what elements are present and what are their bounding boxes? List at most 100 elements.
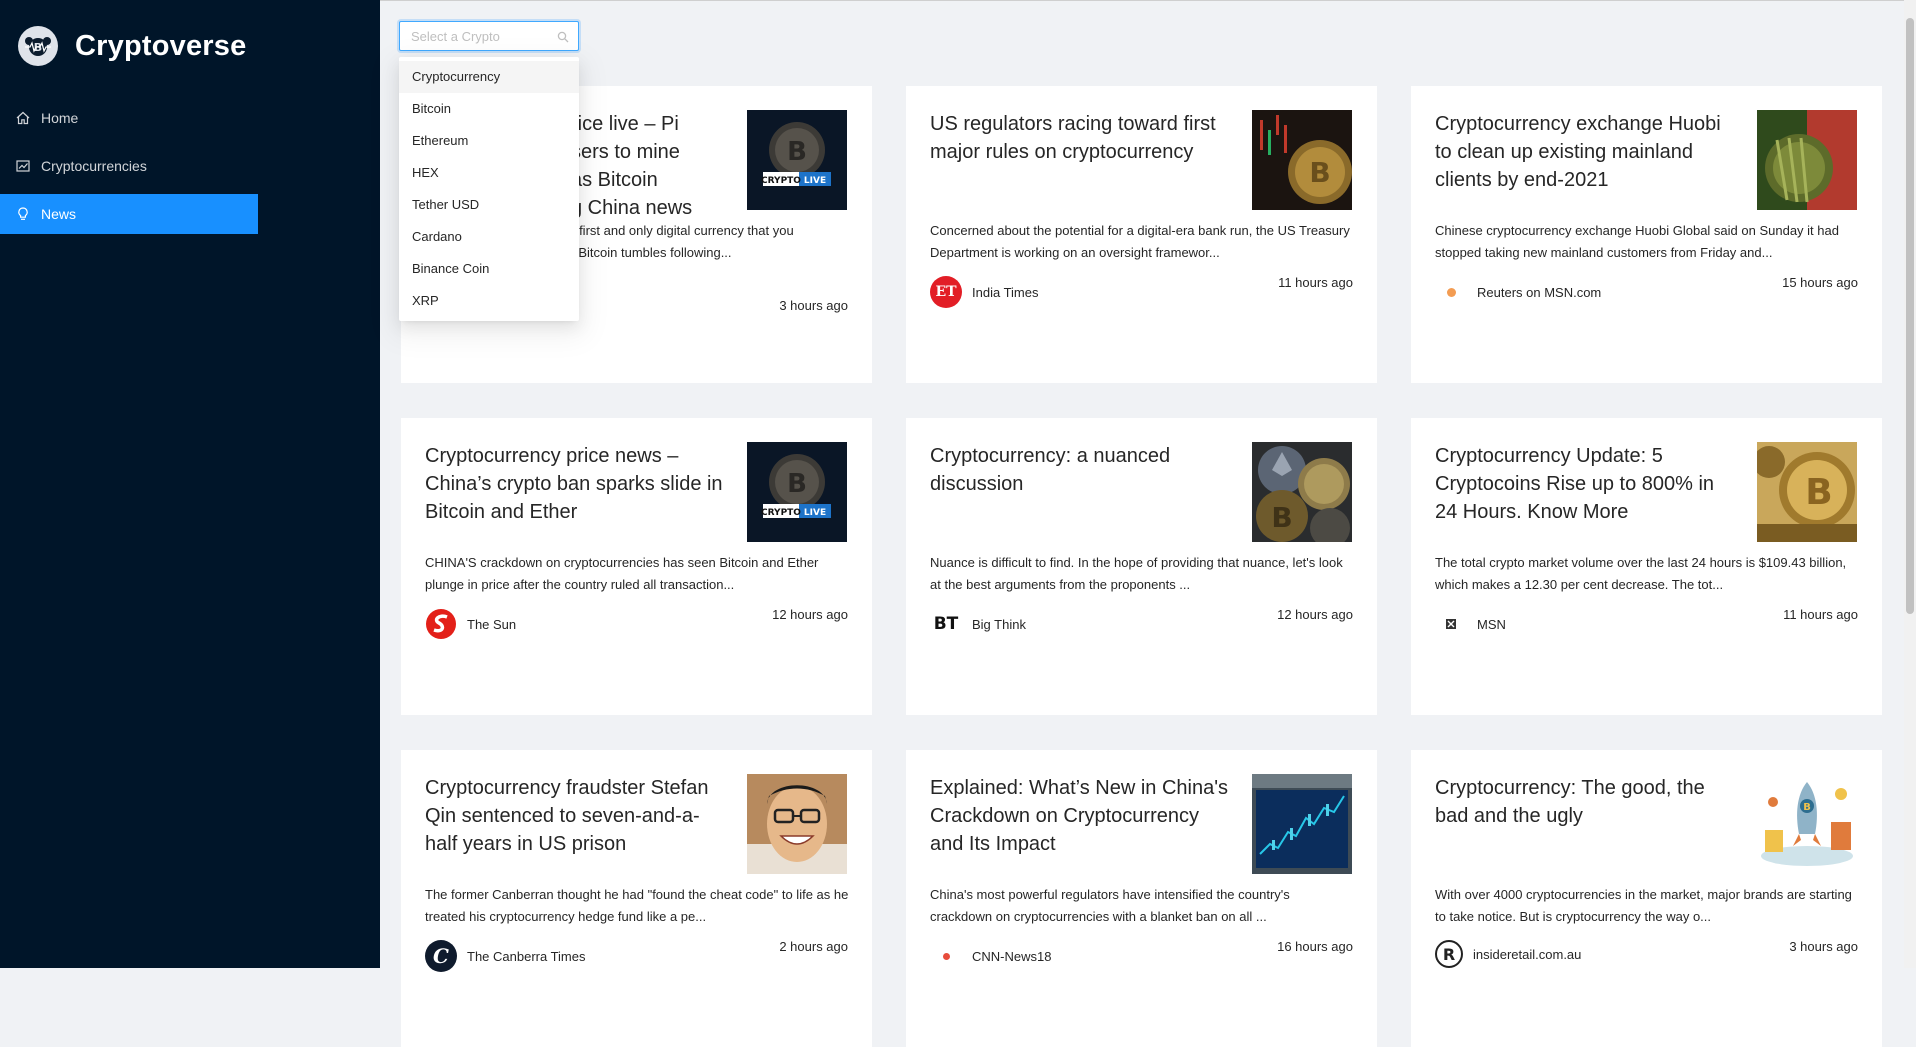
svg-text:B: B xyxy=(787,469,807,499)
news-card[interactable]: Cryptocurrency price news – China’s cryp… xyxy=(401,418,872,715)
svg-text:B: B xyxy=(1803,802,1811,813)
scrollbar-thumb[interactable] xyxy=(1906,18,1914,614)
news-time: 11 hours ago xyxy=(1783,607,1858,622)
news-provider: BT Big Think xyxy=(930,608,1026,640)
news-title: Cryptocurrency: The good, the bad and th… xyxy=(1435,777,1705,827)
select-option-cardano[interactable]: Cardano xyxy=(399,221,579,253)
provider-name: The Canberra Times xyxy=(467,948,586,964)
bulb-icon xyxy=(16,207,30,221)
provider-icon: ET xyxy=(930,276,962,308)
provider-name: MSN xyxy=(1477,616,1506,632)
svg-text:CRYPTO: CRYPTO xyxy=(761,508,801,518)
news-description: With over 4000 cryptocurrencies in the m… xyxy=(1435,887,1852,924)
news-card[interactable]: Cryptocurrency fraudster Stefan Qin sent… xyxy=(401,750,872,1047)
news-description: Concerned about the potential for a digi… xyxy=(930,223,1350,260)
provider-name: India Times xyxy=(972,284,1039,300)
news-title: Cryptocurrency Update: 5 Cryptocoins Ris… xyxy=(1435,445,1715,523)
provider-icon: BT xyxy=(930,608,962,640)
svg-text:LIVE: LIVE xyxy=(804,508,826,518)
news-card[interactable]: Cryptocurrency exchange Huobi to clean u… xyxy=(1411,86,1882,383)
fund-icon xyxy=(16,159,30,173)
news-title: rice live – Pi sers to mine as Bitcoin g… xyxy=(571,113,693,219)
news-title: Cryptocurrency exchange Huobi to clean u… xyxy=(1435,113,1721,191)
news-title: Cryptocurrency: a nuanced discussion xyxy=(930,445,1171,495)
search-icon xyxy=(557,30,569,48)
logo-icon: B xyxy=(18,26,58,66)
svg-text:LIVE: LIVE xyxy=(804,176,826,186)
sidebar-item-home[interactable]: Home xyxy=(0,98,258,138)
news-thumbnail: B xyxy=(1757,774,1857,874)
news-time: 15 hours ago xyxy=(1782,275,1858,290)
news-thumbnail: B xyxy=(1252,110,1352,210)
sidebar-item-news[interactable]: News xyxy=(0,194,258,234)
select-option-xrp[interactable]: XRP xyxy=(399,285,579,317)
news-time: 12 hours ago xyxy=(772,607,848,622)
svg-text:CRYPTO: CRYPTO xyxy=(761,176,801,186)
home-icon xyxy=(16,111,30,125)
news-description: he first and only digital currency that … xyxy=(561,223,794,260)
select-option-tether-usd[interactable]: Tether USD xyxy=(399,189,579,221)
provider-icon: C xyxy=(425,940,457,972)
news-title: Cryptocurrency price news – China’s cryp… xyxy=(425,445,723,523)
select-option-binance-coin[interactable]: Binance Coin xyxy=(399,253,579,285)
news-title: US regulators racing toward first major … xyxy=(930,113,1216,163)
svg-text:B: B xyxy=(1805,472,1832,513)
news-thumbnail: B xyxy=(1252,442,1352,542)
sidebar-item-cryptocurrencies[interactable]: Cryptocurrencies xyxy=(0,146,258,186)
sidebar-item-label: Home xyxy=(41,110,79,126)
news-card[interactable]: Explained: What’s New in China's Crackdo… xyxy=(906,750,1377,1047)
select-option-ethereum[interactable]: Ethereum xyxy=(399,125,579,157)
app-title: Cryptoverse xyxy=(75,29,247,62)
news-time: 12 hours ago xyxy=(1277,607,1353,622)
news-thumbnail xyxy=(1757,110,1857,210)
select-option-hex[interactable]: HEX xyxy=(399,157,579,189)
news-card[interactable]: Cryptocurrency: The good, the bad and th… xyxy=(1411,750,1882,1047)
news-description: The former Canberran thought he had "fou… xyxy=(425,887,849,924)
crypto-select-dropdown: Cryptocurrency Bitcoin Ethereum HEX Teth… xyxy=(399,57,579,321)
news-description: CHINA'S crackdown on cryptocurrencies ha… xyxy=(425,555,819,592)
provider-name: insideretail.com.au xyxy=(1473,946,1582,962)
news-description: China's most powerful regulators have in… xyxy=(930,887,1290,924)
news-provider: R insideretail.com.au xyxy=(1435,940,1581,968)
news-provider: ET India Times xyxy=(930,276,1038,308)
provider-icon xyxy=(425,608,457,640)
provider-name: Reuters on MSN.com xyxy=(1477,284,1602,300)
news-description: The total crypto market volume over the … xyxy=(1435,555,1847,592)
news-provider: Reuters on MSN.com xyxy=(1435,276,1601,308)
sidebar-menu: Home Cryptocurrencies News xyxy=(0,98,258,242)
news-thumbnail xyxy=(747,774,847,874)
news-provider: The Sun xyxy=(425,608,516,640)
page-scrollbar[interactable] xyxy=(1904,0,1916,968)
svg-text:B: B xyxy=(1309,156,1330,189)
news-title: Explained: What’s New in China's Crackdo… xyxy=(930,777,1229,855)
news-provider: CNN-News18 xyxy=(930,940,1051,972)
svg-text:B: B xyxy=(1271,501,1292,534)
news-thumbnail: B xyxy=(1757,442,1857,542)
logo[interactable]: B Cryptoverse xyxy=(18,26,246,66)
provider-icon xyxy=(930,940,962,972)
news-time: 3 hours ago xyxy=(779,298,848,313)
news-time: 16 hours ago xyxy=(1277,939,1353,954)
news-provider: C The Canberra Times xyxy=(425,940,586,972)
select-option-cryptocurrency[interactable]: Cryptocurrency xyxy=(399,61,579,93)
news-card[interactable]: Cryptocurrency Update: 5 Cryptocoins Ris… xyxy=(1411,418,1882,715)
news-time: 3 hours ago xyxy=(1789,939,1858,954)
crypto-select[interactable]: Select a Crypto xyxy=(399,21,579,51)
news-description: Chinese cryptocurrency exchange Huobi Gl… xyxy=(1435,223,1839,260)
news-thumbnail: B CRYPTO LIVE xyxy=(747,442,847,542)
news-provider: MSN xyxy=(1435,608,1506,640)
news-card[interactable]: Cryptocurrency: a nuanced discussion B N… xyxy=(906,418,1377,715)
sidebar: B Cryptoverse Home Cryptocurrencies News xyxy=(0,0,380,968)
provider-name: CNN-News18 xyxy=(972,948,1052,964)
news-description: Nuance is difficult to find. In the hope… xyxy=(930,555,1343,592)
news-thumbnail xyxy=(1252,774,1352,874)
news-time: 11 hours ago xyxy=(1278,275,1353,290)
news-thumbnail: B CRYPTO LIVE xyxy=(747,110,847,210)
provider-name: The Sun xyxy=(467,616,517,632)
select-option-bitcoin[interactable]: Bitcoin xyxy=(399,93,579,125)
news-card[interactable]: US regulators racing toward first major … xyxy=(906,86,1377,383)
provider-icon: R xyxy=(1435,940,1463,968)
provider-icon xyxy=(1435,608,1467,640)
crypto-select-placeholder: Select a Crypto xyxy=(411,29,500,44)
provider-name: Big Think xyxy=(972,616,1026,632)
